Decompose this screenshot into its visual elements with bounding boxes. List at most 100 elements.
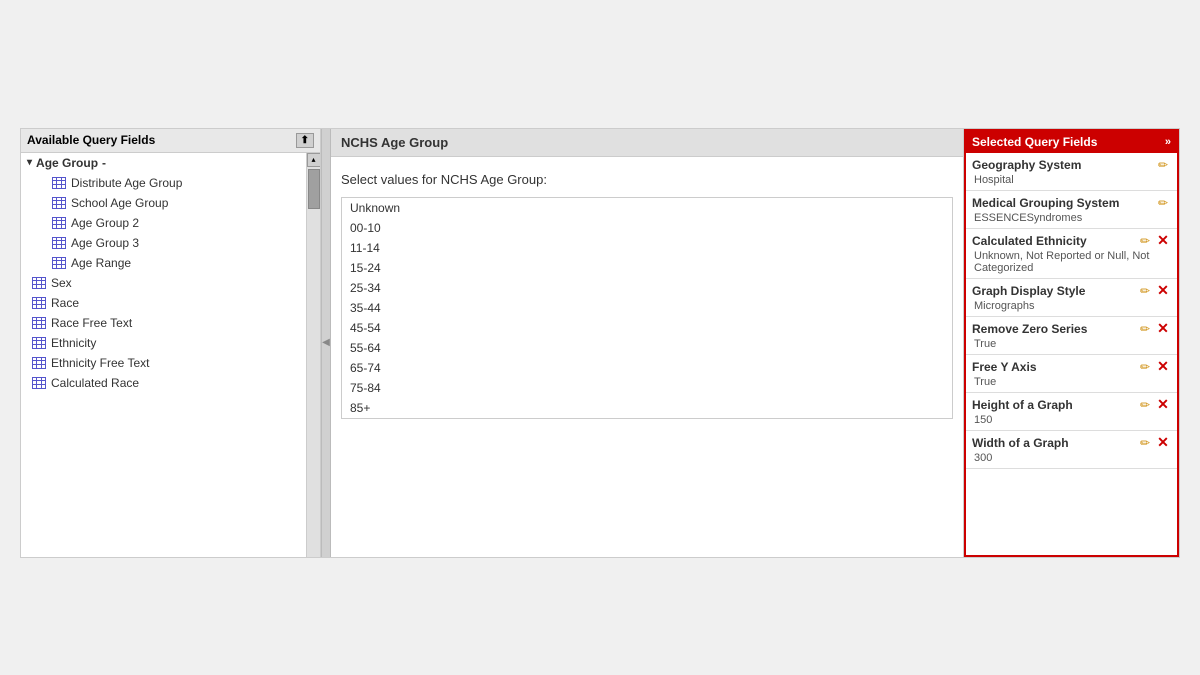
edit-icon: ✏	[1140, 284, 1150, 298]
field-value-graph-display: Micrographs	[972, 300, 1171, 312]
left-panel-content: ▾ Age Group - Distribute Age Group Schoo…	[21, 153, 320, 557]
field-value-remove-zero: True	[972, 338, 1171, 350]
query-field-geography-system: Geography System ✏ Hospital	[966, 153, 1177, 191]
grid-icon-calc-race	[31, 376, 47, 390]
field-value-medical: ESSENCESyndromes	[972, 212, 1171, 224]
edit-icon: ✏	[1140, 398, 1150, 412]
grid-icon-ethnicity-free	[31, 356, 47, 370]
edit-icon: ✏	[1140, 234, 1150, 248]
delete-icon: ✕	[1157, 434, 1169, 451]
age-group-parent[interactable]: ▾ Age Group -	[21, 153, 306, 173]
value-45-54[interactable]: 45-54	[342, 318, 952, 338]
value-unknown[interactable]: Unknown	[342, 198, 952, 218]
field-name-free-y: Free Y Axis	[972, 360, 1037, 374]
grid-icon-ag2	[51, 216, 67, 230]
item-label: Race	[51, 296, 79, 310]
value-65-74[interactable]: 65-74	[342, 358, 952, 378]
edit-icon: ✏	[1140, 360, 1150, 374]
scroll-thumb[interactable]	[308, 169, 320, 209]
collapse-right-panel-btn[interactable]: »	[1165, 136, 1171, 148]
field-actions: ✏ ✕	[1137, 233, 1171, 249]
panel-divider[interactable]: ◀	[321, 129, 331, 557]
tree-item-race[interactable]: Race	[21, 293, 306, 313]
edit-height-graph-btn[interactable]: ✏	[1137, 397, 1153, 413]
delete-height-graph-btn[interactable]: ✕	[1155, 397, 1171, 413]
delete-ethnicity-btn[interactable]: ✕	[1155, 233, 1171, 249]
edit-free-y-btn[interactable]: ✏	[1137, 359, 1153, 375]
edit-graph-display-btn[interactable]: ✏	[1137, 283, 1153, 299]
item-label: Age Range	[71, 256, 131, 270]
query-field-top: Geography System ✏	[972, 157, 1171, 173]
age-group-arrow: ▾	[27, 157, 32, 168]
item-label: Age Group 3	[71, 236, 139, 250]
value-25-34[interactable]: 25-34	[342, 278, 952, 298]
right-panel-content: Geography System ✏ Hospital Medical Grou…	[966, 153, 1177, 555]
query-field-medical-grouping: Medical Grouping System ✏ ESSENCESyndrom…	[966, 191, 1177, 229]
delete-icon: ✕	[1157, 232, 1169, 249]
tree-item-distribute-age-group[interactable]: Distribute Age Group	[21, 173, 306, 193]
edit-medical-btn[interactable]: ✏	[1155, 195, 1171, 211]
field-name-ethnicity: Calculated Ethnicity	[972, 234, 1087, 248]
tree-item-calculated-race[interactable]: Calculated Race	[21, 373, 306, 393]
field-name-medical: Medical Grouping System	[972, 196, 1119, 210]
tree-item-race-free-text[interactable]: Race Free Text	[21, 313, 306, 333]
value-00-10[interactable]: 00-10	[342, 218, 952, 238]
item-label: Race Free Text	[51, 316, 132, 330]
edit-width-graph-btn[interactable]: ✏	[1137, 435, 1153, 451]
field-actions: ✏ ✕	[1137, 283, 1171, 299]
query-field-free-y: Free Y Axis ✏ ✕ True	[966, 355, 1177, 393]
value-85plus[interactable]: 85+	[342, 398, 952, 418]
delete-width-graph-btn[interactable]: ✕	[1155, 435, 1171, 451]
query-field-remove-zero: Remove Zero Series ✏ ✕ True	[966, 317, 1177, 355]
available-query-fields-title: Available Query Fields	[27, 133, 155, 147]
value-35-44[interactable]: 35-44	[342, 298, 952, 318]
value-11-14[interactable]: 11-14	[342, 238, 952, 258]
scroll-up-btn[interactable]: ▴	[307, 153, 321, 167]
collapse-left-panel-btn[interactable]: ⬆	[296, 133, 314, 148]
tree-item-ethnicity-free-text[interactable]: Ethnicity Free Text	[21, 353, 306, 373]
query-field-top: Graph Display Style ✏ ✕	[972, 283, 1171, 299]
item-label: Sex	[51, 276, 72, 290]
age-group-dash: -	[102, 156, 106, 170]
tree-item-sex[interactable]: Sex	[21, 273, 306, 293]
field-value-free-y: True	[972, 376, 1171, 388]
item-label: Ethnicity Free Text	[51, 356, 149, 370]
edit-geography-btn[interactable]: ✏	[1155, 157, 1171, 173]
tree-item-school-age-group[interactable]: School Age Group	[21, 193, 306, 213]
value-75-84[interactable]: 75-84	[342, 378, 952, 398]
delete-free-y-btn[interactable]: ✕	[1155, 359, 1171, 375]
delete-icon: ✕	[1157, 282, 1169, 299]
item-label: School Age Group	[71, 196, 168, 210]
query-field-graph-display: Graph Display Style ✏ ✕ Micrographs	[966, 279, 1177, 317]
left-panel: Available Query Fields ⬆ ▾ Age Group - D…	[21, 129, 321, 557]
field-value-geography: Hospital	[972, 174, 1171, 186]
tree-item-age-group-3[interactable]: Age Group 3	[21, 233, 306, 253]
grid-icon-distribute	[51, 176, 67, 190]
delete-icon: ✕	[1157, 396, 1169, 413]
middle-panel: NCHS Age Group Select values for NCHS Ag…	[331, 129, 964, 557]
field-value-ethnicity: Unknown, Not Reported or Null, Not Categ…	[972, 250, 1171, 274]
edit-remove-zero-btn[interactable]: ✏	[1137, 321, 1153, 337]
edit-icon: ✏	[1158, 196, 1168, 210]
delete-remove-zero-btn[interactable]: ✕	[1155, 321, 1171, 337]
query-field-top: Width of a Graph ✏ ✕	[972, 435, 1171, 451]
value-15-24[interactable]: 15-24	[342, 258, 952, 278]
field-value-width-graph: 300	[972, 452, 1171, 464]
value-55-64[interactable]: 55-64	[342, 338, 952, 358]
field-value-height-graph: 150	[972, 414, 1171, 426]
delete-graph-display-btn[interactable]: ✕	[1155, 283, 1171, 299]
grid-icon-range	[51, 256, 67, 270]
field-actions: ✏ ✕	[1137, 359, 1171, 375]
field-name-geography: Geography System	[972, 158, 1081, 172]
edit-ethnicity-btn[interactable]: ✏	[1137, 233, 1153, 249]
field-actions: ✏ ✕	[1137, 397, 1171, 413]
tree-item-age-group-2[interactable]: Age Group 2	[21, 213, 306, 233]
tree-item-ethnicity[interactable]: Ethnicity	[21, 333, 306, 353]
tree-item-age-range[interactable]: Age Range	[21, 253, 306, 273]
query-field-height-graph: Height of a Graph ✏ ✕ 150	[966, 393, 1177, 431]
right-panel-header: Selected Query Fields »	[966, 131, 1177, 153]
field-name-remove-zero: Remove Zero Series	[972, 322, 1087, 336]
select-values-label: Select values for NCHS Age Group:	[341, 172, 953, 187]
tree-scroll-area[interactable]: ▾ Age Group - Distribute Age Group Schoo…	[21, 153, 306, 557]
left-panel-header: Available Query Fields ⬆	[21, 129, 320, 153]
